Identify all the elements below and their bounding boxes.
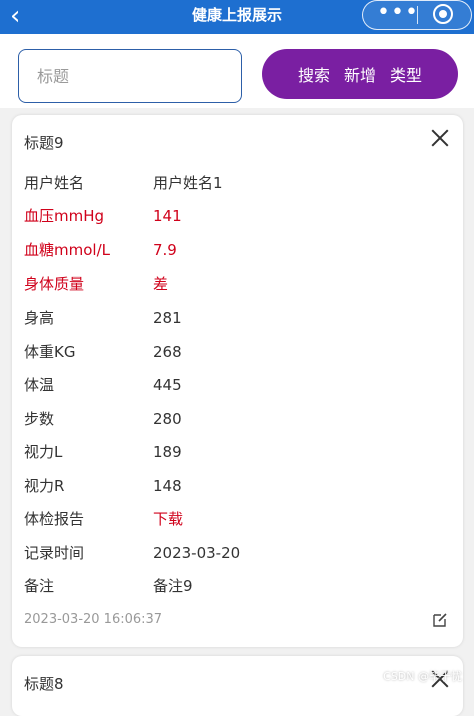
card-title: 标题9 (24, 134, 64, 152)
field-value: 148 (153, 477, 182, 495)
type-button[interactable]: 类型 (390, 62, 422, 86)
report-card: 标题9 用户姓名 用户姓名1 血压mmHg 141 血糖mmol/L 7.9 身… (12, 115, 463, 647)
field-label: 体重KG (24, 343, 76, 361)
field-value: 141 (153, 207, 182, 225)
capsule-divider (417, 6, 418, 24)
search-bar: 搜索 新增 类型 (0, 34, 474, 108)
field-label: 血糖mmol/L (24, 241, 110, 259)
field-label: 用户姓名 (24, 174, 85, 192)
card-title: 标题8 (24, 675, 64, 693)
field-label: 步数 (24, 410, 55, 428)
search-button[interactable]: 搜索 (298, 62, 330, 86)
field-value: 189 (153, 443, 182, 461)
close-icon[interactable] (431, 129, 449, 147)
mini-program-capsule: ••• (362, 0, 472, 30)
field-label: 视力R (24, 477, 65, 495)
field-value: 备注9 (153, 577, 193, 595)
field-value: 用户姓名1 (153, 174, 223, 192)
field-label: 记录时间 (24, 544, 85, 562)
field-label: 视力L (24, 443, 63, 461)
more-dots-icon[interactable]: ••• (377, 2, 418, 24)
action-pill: 搜索 新增 类型 (262, 49, 458, 99)
top-nav-bar: ‹ 健康上报展示 ••• (0, 0, 474, 34)
edit-icon[interactable] (432, 612, 448, 628)
field-label: 体温 (24, 376, 55, 394)
field-value: 280 (153, 410, 182, 428)
field-label: 身体质量 (24, 275, 85, 293)
field-value: 281 (153, 309, 182, 327)
field-value: 差 (153, 275, 169, 293)
add-button[interactable]: 新增 (344, 62, 376, 86)
field-value: 445 (153, 376, 182, 394)
field-label: 体检报告 (24, 510, 85, 528)
field-value: 2023-03-20 (153, 544, 241, 562)
target-circle-icon[interactable] (433, 4, 453, 24)
search-input[interactable] (18, 49, 242, 103)
field-value: 268 (153, 343, 182, 361)
field-value: 7.9 (153, 241, 177, 259)
watermark: CSDN @毕于忧 (383, 670, 462, 683)
report-card: 标题8 (12, 656, 463, 716)
card-timestamp: 2023-03-20 16:06:37 (24, 612, 163, 627)
field-label: 身高 (24, 309, 55, 327)
field-label: 备注 (24, 577, 55, 595)
field-label: 血压mmHg (24, 207, 105, 225)
download-link[interactable]: 下载 (153, 509, 183, 529)
